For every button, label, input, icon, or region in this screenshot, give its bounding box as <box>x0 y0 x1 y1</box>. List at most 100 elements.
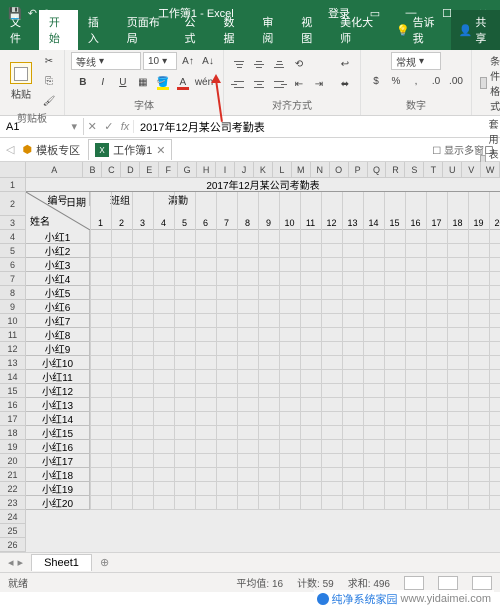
row-header[interactable]: 24 <box>0 510 25 524</box>
column-header[interactable]: W <box>481 162 500 177</box>
multi-window-toggle[interactable]: ☐ 显示多窗口 <box>432 142 494 157</box>
day-header-cell[interactable]: 6 <box>195 216 216 230</box>
cells-area[interactable]: 2017年12月某公司考勤表 日期 姓名 编号 班组 清勤 1234567891… <box>26 178 500 568</box>
column-headers[interactable]: ABCDEFGHIJKLMNOPQRSTUVW <box>26 162 500 178</box>
column-header[interactable]: K <box>254 162 273 177</box>
column-header[interactable]: S <box>405 162 424 177</box>
qat-dropdown-icon[interactable]: ▾ <box>58 7 64 20</box>
row-header[interactable]: 13 <box>0 356 25 370</box>
column-header[interactable]: M <box>292 162 311 177</box>
name-cell[interactable]: 小红18 <box>26 468 90 482</box>
number-format-select[interactable]: 常规▾ <box>391 52 441 70</box>
templates-tab[interactable]: ⬢模板专区 <box>22 142 80 158</box>
save-icon[interactable]: 💾 <box>8 7 22 20</box>
column-header[interactable]: Q <box>368 162 387 177</box>
day-header-cell[interactable]: 14 <box>363 216 384 230</box>
row-header[interactable]: 17 <box>0 412 25 426</box>
row-header[interactable]: 8 <box>0 286 25 300</box>
share-button[interactable]: 👤共享 <box>451 10 500 50</box>
row-headers[interactable]: 1234567891011121314151617181920212223242… <box>0 178 26 568</box>
name-cell[interactable]: 小红14 <box>26 412 90 426</box>
enter-formula-icon[interactable]: ✓ <box>104 120 113 133</box>
name-cell[interactable]: 小红13 <box>26 398 90 412</box>
name-cell[interactable]: 小红7 <box>26 314 90 328</box>
day-header-cell[interactable]: 10 <box>279 216 300 230</box>
view-page-break-button[interactable] <box>472 576 492 590</box>
column-header[interactable]: F <box>159 162 178 177</box>
format-painter-button[interactable]: 🖌 <box>40 92 58 110</box>
row-header[interactable]: 3 <box>0 216 25 230</box>
name-cell[interactable]: 小红16 <box>26 440 90 454</box>
name-cell[interactable]: 小红4 <box>26 272 90 286</box>
name-cell[interactable]: 小红3 <box>26 258 90 272</box>
day-header-cell[interactable]: 20 <box>489 216 500 230</box>
name-cell[interactable]: 小红2 <box>26 244 90 258</box>
sheet-nav-prev[interactable]: ◂ <box>8 556 14 569</box>
undo-icon[interactable]: ↶ <box>28 7 37 20</box>
column-header[interactable]: O <box>330 162 349 177</box>
column-header[interactable]: A <box>26 162 83 177</box>
day-header-cell[interactable]: 5 <box>174 216 195 230</box>
tab-formulas[interactable]: 公式 <box>175 10 214 50</box>
row-header[interactable]: 22 <box>0 482 25 496</box>
cut-button[interactable]: ✂ <box>40 52 58 70</box>
cancel-formula-icon[interactable]: ✕ <box>88 120 97 133</box>
select-all-button[interactable] <box>0 162 26 178</box>
name-cell[interactable]: 小红1 <box>26 230 90 244</box>
column-header[interactable]: C <box>102 162 121 177</box>
row-header[interactable]: 20 <box>0 454 25 468</box>
tab-insert[interactable]: 插入 <box>78 10 117 50</box>
day-header-cell[interactable]: 18 <box>447 216 468 230</box>
tab-page-layout[interactable]: 页面布局 <box>117 10 175 50</box>
workbook-tab[interactable]: X工作簿1✕ <box>88 139 172 160</box>
increase-indent-button[interactable]: ⇥ <box>310 76 328 94</box>
percent-button[interactable]: % <box>387 72 405 90</box>
column-header[interactable]: J <box>235 162 254 177</box>
close-tab-icon[interactable]: ✕ <box>156 144 165 157</box>
day-header-cell[interactable]: 11 <box>300 216 321 230</box>
row-header[interactable]: 18 <box>0 426 25 440</box>
row-header[interactable]: 6 <box>0 258 25 272</box>
name-cell[interactable]: 小红9 <box>26 342 90 356</box>
align-top-button[interactable] <box>230 57 248 73</box>
currency-button[interactable]: $ <box>367 72 385 90</box>
column-header[interactable]: P <box>349 162 368 177</box>
row-header[interactable]: 2 <box>0 192 25 216</box>
day-header-cell[interactable]: 12 <box>321 216 342 230</box>
name-cell[interactable]: 小红17 <box>26 454 90 468</box>
sheet-tab-sheet1[interactable]: Sheet1 <box>31 554 92 571</box>
decrease-font-button[interactable]: A↓ <box>199 52 217 70</box>
day-header-cell[interactable]: 19 <box>468 216 489 230</box>
name-cell[interactable]: 小红19 <box>26 482 90 496</box>
day-header-cell[interactable]: 13 <box>342 216 363 230</box>
day-header-cell[interactable]: 2 <box>111 216 132 230</box>
increase-decimal-button[interactable]: .0 <box>427 72 445 90</box>
column-header[interactable]: D <box>121 162 140 177</box>
row-header[interactable]: 25 <box>0 524 25 538</box>
column-header[interactable]: G <box>178 162 197 177</box>
name-cell[interactable]: 小红15 <box>26 426 90 440</box>
day-header-cell[interactable]: 9 <box>258 216 279 230</box>
name-cell[interactable]: 小红12 <box>26 384 90 398</box>
bold-button[interactable]: B <box>74 73 92 91</box>
border-button[interactable]: ▦ <box>134 73 152 91</box>
tab-review[interactable]: 审阅 <box>252 10 291 50</box>
view-normal-button[interactable] <box>404 576 424 590</box>
font-size-select[interactable]: 10▾ <box>143 52 177 70</box>
name-cell[interactable]: 小红5 <box>26 286 90 300</box>
column-header[interactable]: E <box>140 162 159 177</box>
row-header[interactable]: 10 <box>0 314 25 328</box>
font-color-button[interactable]: A <box>174 73 192 91</box>
column-header[interactable]: I <box>216 162 235 177</box>
day-header-cell[interactable]: 4 <box>153 216 174 230</box>
fill-color-button[interactable]: 🪣 <box>154 73 172 91</box>
tab-beautify[interactable]: 美化大师 <box>330 10 388 50</box>
column-header[interactable]: U <box>443 162 462 177</box>
underline-button[interactable]: U <box>114 73 132 91</box>
day-header-cell[interactable]: 16 <box>405 216 426 230</box>
day-header-cell[interactable]: 8 <box>237 216 258 230</box>
name-box[interactable]: A1▾ <box>0 118 84 135</box>
orientation-button[interactable]: ⟲ <box>290 56 308 74</box>
wrap-text-button[interactable]: ↩ <box>336 56 354 74</box>
row-header[interactable]: 4 <box>0 230 25 244</box>
